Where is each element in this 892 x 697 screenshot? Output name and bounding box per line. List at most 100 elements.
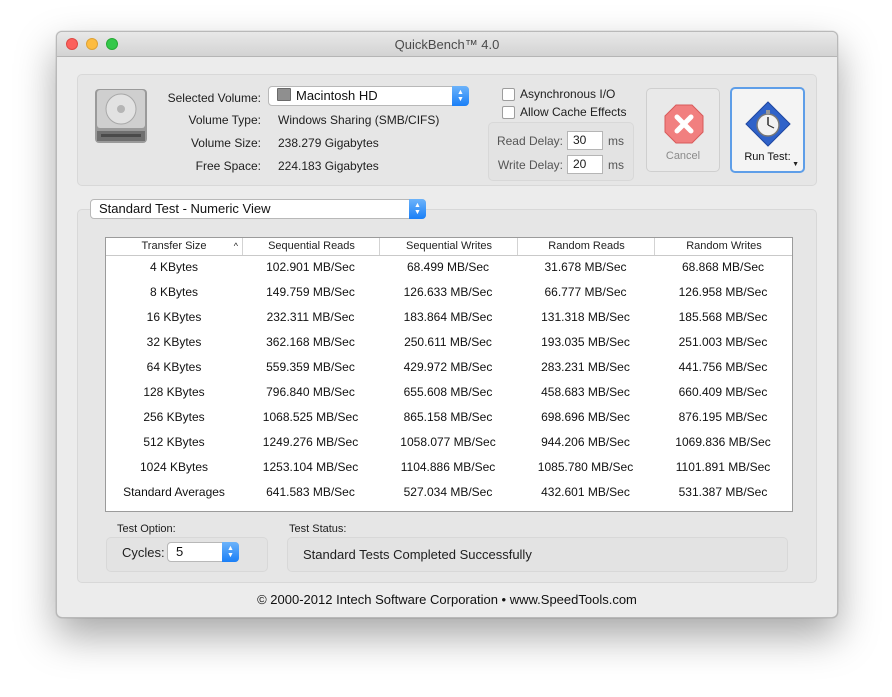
read-delay-unit: ms <box>608 134 624 148</box>
table-row[interactable]: 512 KBytes 1249.276 MB/Sec 1058.077 MB/S… <box>106 430 792 455</box>
table-cell: 149.759 MB/Sec <box>266 285 355 299</box>
volume-size-value: 238.279 Gigabytes <box>278 136 379 150</box>
table-cell: 512 KBytes <box>143 435 205 449</box>
cycles-label: Cycles: <box>122 545 165 560</box>
table-cell: Standard Averages <box>123 485 225 499</box>
table-cell: 1253.104 MB/Sec <box>262 460 359 474</box>
table-cell: 183.864 MB/Sec <box>403 310 493 324</box>
table-row[interactable]: 32 KBytes 362.168 MB/Sec 250.611 MB/Sec … <box>106 330 792 355</box>
table-cell: 102.901 MB/Sec <box>266 260 355 274</box>
column-header-random-reads[interactable]: Random Reads <box>517 238 655 255</box>
window-title: QuickBench™ 4.0 <box>394 37 500 52</box>
table-cell: 1085.780 MB/Sec <box>537 460 634 474</box>
copyright-footer: © 2000-2012 Intech Software Corporation … <box>257 592 637 607</box>
table-row[interactable]: 64 KBytes 559.359 MB/Sec 429.972 MB/Sec … <box>106 355 792 380</box>
view-mode-select[interactable]: Standard Test - Numeric View ▲ ▼ <box>90 199 426 219</box>
cycles-stepper-icon: ▲ ▼ <box>222 542 239 562</box>
table-cell: 31.678 MB/Sec <box>544 260 627 274</box>
table-cell: 8 KBytes <box>149 285 199 299</box>
table-cell: 1104.886 MB/Sec <box>400 460 496 474</box>
free-space-value: 224.183 Gigabytes <box>278 159 379 173</box>
cancel-button-label: Cancel <box>665 150 701 162</box>
table-cell: 655.608 MB/Sec <box>403 385 493 399</box>
table-cell: 68.499 MB/Sec <box>406 260 490 274</box>
stop-icon <box>664 104 704 144</box>
table-cell: 4 KBytes <box>149 260 199 274</box>
run-test-menu-arrow-icon[interactable]: ▼ <box>792 161 799 168</box>
volume-select[interactable]: Macintosh HD ▲ ▼ <box>268 86 469 106</box>
column-header-transfer-size[interactable]: Transfer Size ^ <box>106 238 242 255</box>
table-cell: 641.583 MB/Sec <box>266 485 355 499</box>
write-delay-label: Write Delay: <box>497 158 563 172</box>
table-cell: 66.777 MB/Sec <box>544 285 627 299</box>
run-test-button[interactable]: Run Test: ▼ <box>730 87 805 173</box>
sort-ascending-icon: ^ <box>233 241 238 251</box>
test-status-label: Test Status: <box>289 523 347 535</box>
volume-size-label: Volume Size: <box>190 136 261 150</box>
table-cell: 185.568 MB/Sec <box>678 310 768 324</box>
table-cell: 283.231 MB/Sec <box>541 360 630 374</box>
table-cell: 128 KBytes <box>143 385 205 399</box>
table-row[interactable]: 4 KBytes 102.901 MB/Sec 68.499 MB/Sec 31… <box>106 255 792 280</box>
table-cell: 432.601 MB/Sec <box>541 485 630 499</box>
table-cell: 251.003 MB/Sec <box>678 335 768 349</box>
title-bar: QuickBench™ 4.0 <box>57 32 837 57</box>
view-mode-stepper-icon: ▲ ▼ <box>409 199 426 219</box>
volume-select-stepper-icon: ▲ ▼ <box>452 86 469 106</box>
table-cell: 1069.836 MB/Sec <box>675 435 771 449</box>
column-header-sequential-writes[interactable]: Sequential Writes <box>379 238 518 255</box>
column-header-random-writes[interactable]: Random Writes <box>654 238 793 255</box>
table-row[interactable]: Standard Averages 641.583 MB/Sec 527.034… <box>106 480 792 505</box>
table-cell: 193.035 MB/Sec <box>541 335 630 349</box>
table-cell: 698.696 MB/Sec <box>541 410 630 424</box>
table-cell: 126.633 MB/Sec <box>403 285 493 299</box>
table-row[interactable]: 128 KBytes 796.840 MB/Sec 655.608 MB/Sec… <box>106 380 792 405</box>
write-delay-unit: ms <box>608 158 624 172</box>
table-cell: 796.840 MB/Sec <box>266 385 355 399</box>
read-delay-label: Read Delay: <box>496 134 563 148</box>
read-delay-field[interactable]: 30 <box>567 131 603 150</box>
column-header-sequential-reads[interactable]: Sequential Reads <box>242 238 380 255</box>
async-io-label: Asynchronous I/O <box>520 87 616 101</box>
table-cell: 126.958 MB/Sec <box>678 285 768 299</box>
table-cell: 441.756 MB/Sec <box>678 360 768 374</box>
table-row[interactable]: 256 KBytes 1068.525 MB/Sec 865.158 MB/Se… <box>106 405 792 430</box>
write-delay-field[interactable]: 20 <box>567 155 603 174</box>
app-window: QuickBench™ 4.0 Selected Volume: Macinto… <box>56 31 838 618</box>
results-table: Transfer Size ^ Sequential Reads Sequent… <box>105 237 793 512</box>
table-row[interactable]: 1024 KBytes 1253.104 MB/Sec 1104.886 MB/… <box>106 455 792 480</box>
async-io-checkbox[interactable] <box>502 88 515 101</box>
table-cell: 876.195 MB/Sec <box>678 410 768 424</box>
table-cell: 1068.525 MB/Sec <box>262 410 359 424</box>
table-cell: 865.158 MB/Sec <box>403 410 493 424</box>
view-mode-select-value: Standard Test - Numeric View <box>99 201 271 216</box>
cache-effects-checkbox[interactable] <box>502 106 515 119</box>
table-cell: 64 KBytes <box>146 360 202 374</box>
table-header: Transfer Size ^ Sequential Reads Sequent… <box>106 238 792 256</box>
table-cell: 429.972 MB/Sec <box>403 360 493 374</box>
table-cell: 256 KBytes <box>143 410 205 424</box>
volume-select-value: Macintosh HD <box>296 88 378 103</box>
table-cell: 232.311 MB/Sec <box>266 310 355 324</box>
cycles-select[interactable]: 5 ▲ ▼ <box>167 542 239 562</box>
table-cell: 32 KBytes <box>146 335 202 349</box>
volume-type-value: Windows Sharing (SMB/CIFS) <box>278 113 440 127</box>
free-space-label: Free Space: <box>195 159 261 173</box>
cache-effects-label: Allow Cache Effects <box>520 105 627 119</box>
table-cell: 16 KBytes <box>146 310 202 324</box>
table-cell: 1058.077 MB/Sec <box>400 435 496 449</box>
test-option-label: Test Option: <box>117 523 176 535</box>
table-cell: 531.387 MB/Sec <box>678 485 768 499</box>
cycles-select-value: 5 <box>176 544 184 559</box>
table-cell: 1249.276 MB/Sec <box>262 435 359 449</box>
table-cell: 1101.891 MB/Sec <box>675 460 771 474</box>
volume-type-label: Volume Type: <box>188 113 262 127</box>
selected-volume-label: Selected Volume: <box>167 91 261 105</box>
test-status-value: Standard Tests Completed Successfully <box>303 547 532 562</box>
cancel-button[interactable]: Cancel <box>646 88 720 172</box>
table-row[interactable]: 16 KBytes 232.311 MB/Sec 183.864 MB/Sec … <box>106 305 792 330</box>
table-cell: 527.034 MB/Sec <box>403 485 493 499</box>
table-cell: 68.868 MB/Sec <box>681 260 765 274</box>
table-cell: 1024 KBytes <box>139 460 209 474</box>
table-row[interactable]: 8 KBytes 149.759 MB/Sec 126.633 MB/Sec 6… <box>106 280 792 305</box>
